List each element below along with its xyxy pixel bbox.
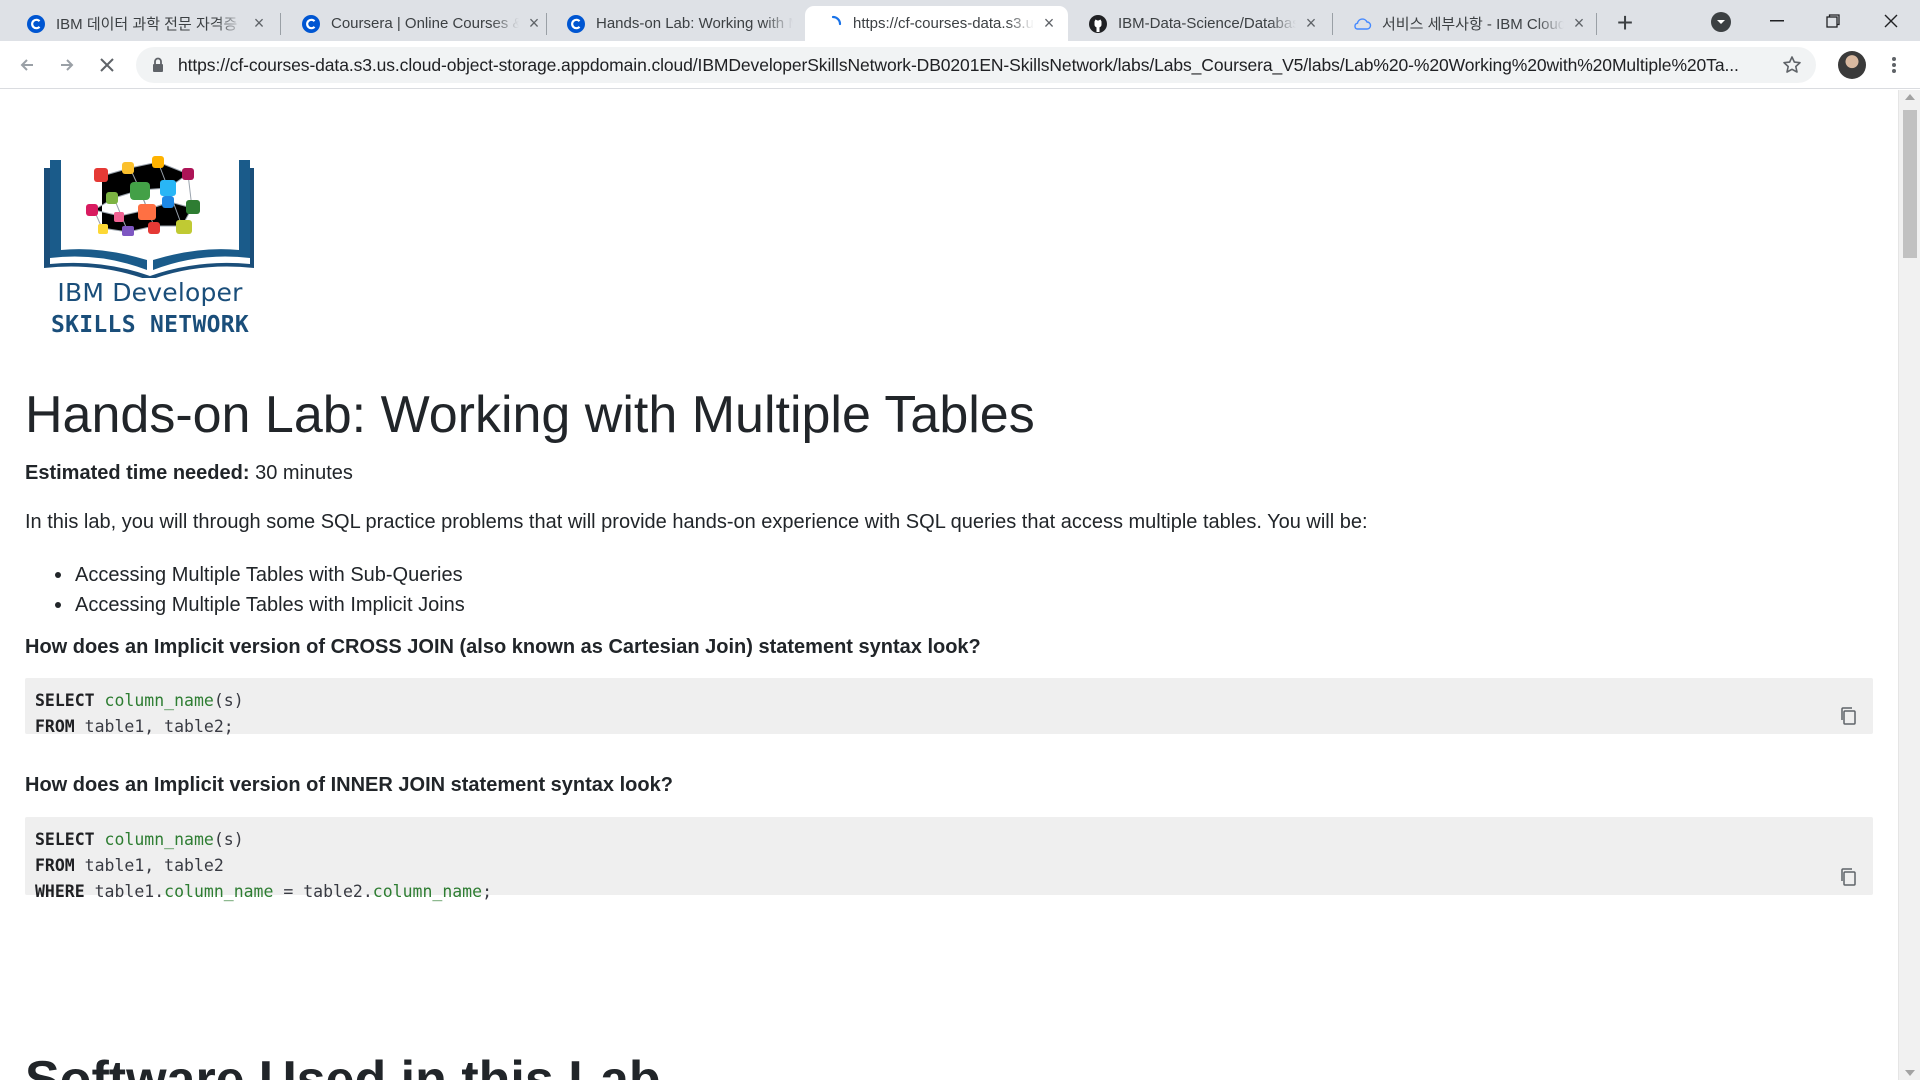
close-icon[interactable]: ×	[1570, 13, 1588, 33]
estimated-time: Estimated time needed: 30 minutes	[25, 462, 353, 485]
chevron-down-icon	[1711, 12, 1731, 32]
tab-title: IBM 데이터 과학 전문 자격증	[56, 16, 238, 33]
coursera-icon	[566, 14, 586, 34]
tab-search-button[interactable]	[1708, 9, 1734, 35]
intro-paragraph: In this lab, you will through some SQL p…	[25, 511, 1368, 533]
copy-code-button[interactable]	[1837, 704, 1859, 728]
list-item: Accessing Multiple Tables with Sub-Queri…	[25, 560, 465, 590]
code-line: FROM table1, table2	[35, 856, 224, 875]
browser-menu-button[interactable]	[1880, 51, 1908, 79]
profile-avatar[interactable]	[1838, 51, 1866, 79]
tab-ibm-cloud[interactable]: 서비스 세부사항 - IBM Cloud ×	[1334, 6, 1598, 41]
cloud-icon	[1352, 14, 1372, 34]
code-line: WHERE table1.column_name = table2.column…	[35, 882, 492, 901]
close-window-button[interactable]	[1866, 0, 1916, 41]
browser-window: IBM 데이터 과학 전문 자격증 × Coursera | Online Co…	[0, 0, 1920, 1080]
list-item: Accessing Multiple Tables with Implicit …	[25, 590, 465, 620]
stop-icon	[100, 58, 114, 72]
estimated-time-label: Estimated time needed:	[25, 462, 250, 484]
section-heading-partial: Software Used in this Lab	[25, 1051, 661, 1080]
logo-text-skills-network: SKILLS NETWORK	[50, 312, 250, 338]
arrow-right-icon	[61, 59, 74, 71]
objectives-list: Accessing Multiple Tables with Sub-Queri…	[25, 560, 465, 620]
coursera-icon	[301, 14, 321, 34]
tab-title: 서비스 세부사항 - IBM Cloud	[1382, 16, 1564, 33]
logo-text-ibm-developer: IBM Developer	[57, 278, 243, 307]
close-icon[interactable]: ×	[525, 13, 543, 33]
arrow-left-icon	[20, 59, 33, 71]
tab-title: https://cf-courses-data.s3.us.cloud-obje…	[853, 15, 1034, 32]
browser-toolbar: https://cf-courses-data.s3.us.cloud-obje…	[0, 41, 1920, 89]
tab-coursera[interactable]: Coursera | Online Courses & Credentials …	[283, 6, 553, 41]
code-line: SELECT column_name(s)	[35, 830, 244, 849]
copy-icon	[1841, 707, 1856, 725]
tab-title: IBM-Data-Science/Databases	[1118, 15, 1296, 32]
github-icon	[1088, 14, 1108, 34]
lock-icon[interactable]	[150, 57, 166, 73]
tab-github[interactable]: IBM-Data-Science/Databases ×	[1070, 6, 1330, 41]
tab-hands-on-lab[interactable]: Hands-on Lab: Working with Multiple Tabl…	[548, 6, 803, 41]
scroll-up-arrow-icon[interactable]	[1905, 94, 1915, 100]
new-tab-button[interactable]: +	[1610, 7, 1640, 38]
question-cross-join: How does an Implicit version of CROSS JO…	[25, 636, 981, 658]
close-icon[interactable]: ×	[1040, 13, 1058, 33]
scroll-down-arrow-icon[interactable]	[1905, 1070, 1915, 1076]
code-line: FROM table1, table2;	[35, 717, 234, 736]
tab-title: Hands-on Lab: Working with Multiple Tabl…	[596, 15, 793, 32]
coursera-icon	[26, 14, 46, 34]
page-scrollbar[interactable]	[1898, 90, 1920, 1080]
tab-active-lab-page[interactable]: https://cf-courses-data.s3.us.cloud-obje…	[805, 6, 1068, 41]
tab-strip: IBM 데이터 과학 전문 자격증 × Coursera | Online Co…	[0, 0, 1920, 41]
code-block-cross-join[interactable]: SELECT column_name(s) FROM table1, table…	[25, 678, 1873, 736]
tab-ibm-data-science[interactable]: IBM 데이터 과학 전문 자격증 ×	[8, 6, 278, 41]
copy-icon	[1841, 868, 1856, 886]
scrollbar-thumb[interactable]	[1903, 110, 1917, 258]
restore-button[interactable]	[1808, 0, 1858, 41]
forward-button[interactable]	[52, 50, 82, 80]
close-icon[interactable]: ×	[250, 13, 268, 33]
url-text[interactable]: https://cf-courses-data.s3.us.cloud-obje…	[178, 55, 1770, 76]
page-content: IBM Developer SKILLS NETWORK Hands-on La…	[0, 90, 1898, 1080]
question-inner-join: How does an Implicit version of INNER JO…	[25, 774, 673, 796]
more-vert-icon	[1892, 57, 1896, 73]
bookmark-star-icon[interactable]	[1780, 55, 1804, 75]
close-icon[interactable]: ×	[1302, 13, 1320, 33]
code-block-inner-join[interactable]: SELECT column_name(s) FROM table1, table…	[25, 817, 1873, 901]
estimated-time-value: 30 minutes	[249, 462, 353, 484]
tab-title: Coursera | Online Courses & Credentials	[331, 15, 519, 32]
loading-icon	[823, 14, 843, 34]
address-bar[interactable]: https://cf-courses-data.s3.us.cloud-obje…	[136, 47, 1816, 83]
copy-code-button[interactable]	[1837, 865, 1859, 889]
code-line: SELECT column_name(s)	[35, 691, 244, 710]
stop-loading-button[interactable]	[92, 50, 122, 80]
back-button[interactable]	[12, 50, 42, 80]
page-title: Hands-on Lab: Working with Multiple Tabl…	[25, 386, 1035, 444]
minimize-button[interactable]	[1752, 0, 1802, 41]
